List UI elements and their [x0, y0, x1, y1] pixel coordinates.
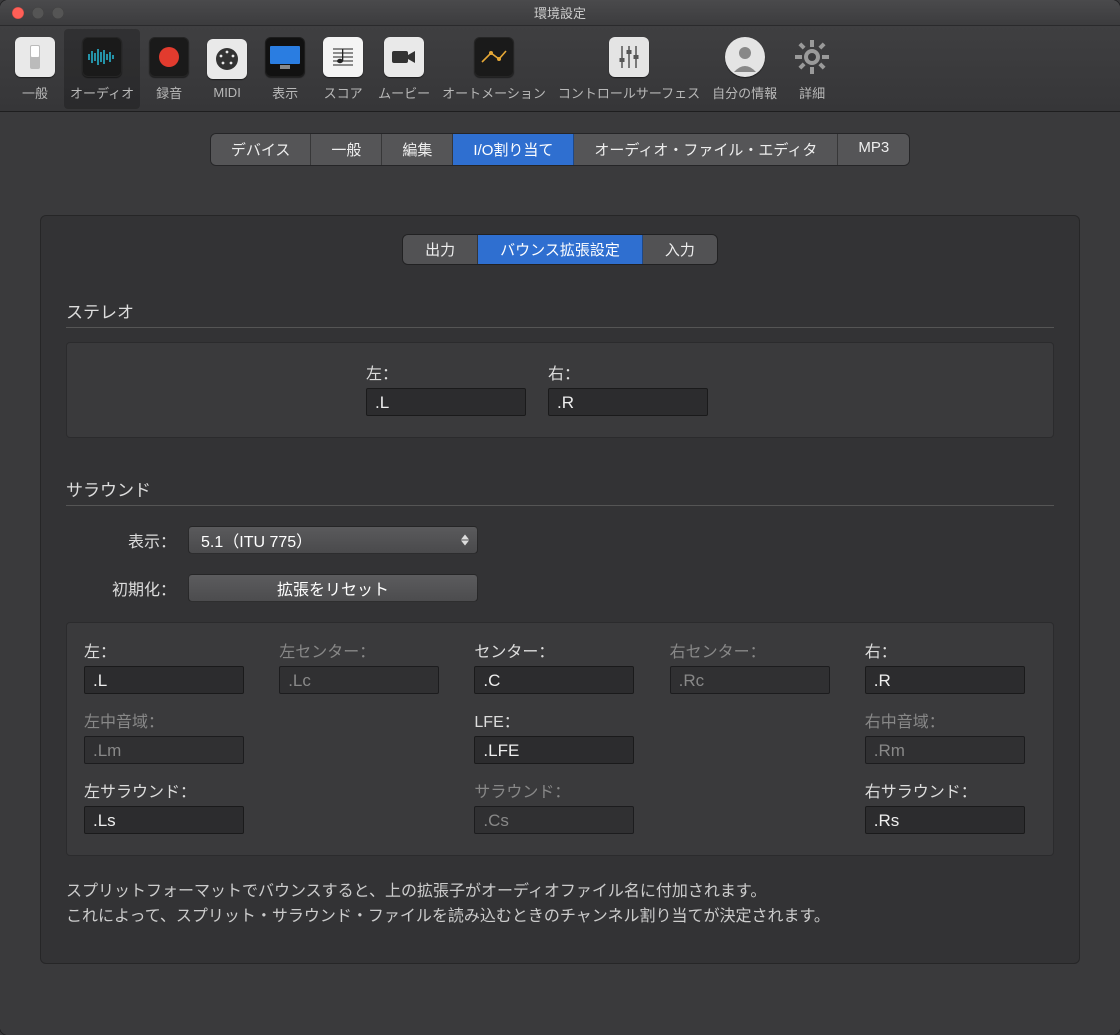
tab-device[interactable]: デバイス — [211, 134, 312, 165]
title-bar: 環境設定 — [0, 0, 1120, 26]
display-label: 表示： — [96, 528, 176, 552]
sr-r-label: 右： — [865, 638, 1036, 662]
subtab-output[interactable]: 出力 — [403, 235, 478, 264]
midi-icon — [207, 39, 247, 79]
surround-grid: 左： .L 左センター： .Lc センター： .C 右センター： .Rc — [66, 622, 1054, 856]
sr-lc-input[interactable]: .Lc — [279, 666, 439, 694]
tab-general[interactable]: 一般 — [311, 134, 382, 165]
toolbar-automation[interactable]: オートメーション — [436, 29, 552, 109]
toolbar-display[interactable]: 表示 — [256, 29, 314, 109]
toolbar-score[interactable]: スコア — [314, 29, 372, 109]
sr-ls-input[interactable]: .Ls — [84, 806, 244, 834]
person-icon — [725, 37, 765, 77]
sr-ls-label: 左サラウンド： — [84, 778, 255, 802]
faders-icon — [609, 37, 649, 77]
stereo-box: 左： .L 右： .R — [66, 342, 1054, 438]
sr-rs-input[interactable]: .Rs — [865, 806, 1025, 834]
tab-audio-file-editor[interactable]: オーディオ・ファイル・エディタ — [574, 134, 838, 165]
sr-lc-label: 左センター： — [279, 638, 450, 662]
subtab-bounce-ext[interactable]: バウンス拡張設定 — [478, 235, 643, 264]
switch-icon — [15, 37, 55, 77]
sr-c-label: センター： — [474, 638, 645, 662]
sr-l-input[interactable]: .L — [84, 666, 244, 694]
sr-lfe-label: LFE： — [474, 708, 645, 732]
toolbar-audio[interactable]: オーディオ — [64, 29, 140, 109]
monitor-icon — [265, 37, 305, 77]
toolbar-movie[interactable]: ムービー — [372, 29, 436, 109]
surround-heading: サラウンド — [66, 472, 1054, 506]
sr-cs-input[interactable]: .Cs — [474, 806, 634, 834]
sr-cs-label: サラウンド： — [474, 778, 645, 802]
toolbar-record[interactable]: 録音 — [140, 29, 198, 109]
chevron-updown-icon — [461, 535, 469, 546]
sr-rc-label: 右センター： — [670, 638, 841, 662]
toolbar-control-surfaces[interactable]: コントロールサーフェス — [552, 29, 706, 109]
stereo-left-label: 左： — [366, 360, 526, 384]
gear-icon — [792, 37, 832, 77]
sr-lm-input[interactable]: .Lm — [84, 736, 244, 764]
reset-label: 初期化： — [96, 576, 176, 600]
score-icon — [323, 37, 363, 77]
waveform-icon — [82, 37, 122, 77]
reset-extensions-button[interactable]: 拡張をリセット — [188, 574, 478, 602]
record-icon — [149, 37, 189, 77]
surround-format-select[interactable]: 5.1（ITU 775） — [188, 526, 478, 554]
tab-edit[interactable]: 編集 — [382, 134, 453, 165]
toolbar-midi[interactable]: MIDI — [198, 29, 256, 109]
tab-io-assign[interactable]: I/O割り当て — [453, 134, 574, 165]
toolbar: 一般 オーディオ 録音 MIDI 表示 — [0, 26, 1120, 112]
window-title: 環境設定 — [0, 3, 1120, 22]
sr-rm-input[interactable]: .Rm — [865, 736, 1025, 764]
stereo-heading: ステレオ — [66, 294, 1054, 328]
sr-l-label: 左： — [84, 638, 255, 662]
stereo-left-input[interactable]: .L — [366, 388, 526, 416]
footnote-line1: スプリットフォーマットでバウンスすると、上の拡張子がオーディオファイル名に付加さ… — [66, 880, 1054, 905]
sr-rm-label: 右中音域： — [865, 708, 1036, 732]
io-panel: 出力 バウンス拡張設定 入力 ステレオ 左： .L 右： .R — [40, 215, 1080, 964]
footnote: スプリットフォーマットでバウンスすると、上の拡張子がオーディオファイル名に付加さ… — [66, 880, 1054, 930]
stereo-right-label: 右： — [548, 360, 708, 384]
toolbar-advanced[interactable]: 詳細 — [783, 29, 841, 109]
prefs-tabbar: デバイス 一般 編集 I/O割り当て オーディオ・ファイル・エディタ MP3 — [211, 134, 909, 165]
camera-icon — [384, 37, 424, 77]
preferences-window: 環境設定 一般 オーディオ 録音 MIDI — [0, 0, 1120, 1035]
io-subtabs: 出力 バウンス拡張設定 入力 — [403, 235, 717, 264]
sr-c-input[interactable]: .C — [474, 666, 634, 694]
sr-rc-input[interactable]: .Rc — [670, 666, 830, 694]
content-area: デバイス 一般 編集 I/O割り当て オーディオ・ファイル・エディタ MP3 出… — [0, 112, 1120, 1035]
footnote-line2: これによって、スプリット・サラウンド・ファイルを読み込むときのチャンネル割り当て… — [66, 905, 1054, 930]
toolbar-my-info[interactable]: 自分の情報 — [706, 29, 783, 109]
stereo-right-input[interactable]: .R — [548, 388, 708, 416]
sr-lfe-input[interactable]: .LFE — [474, 736, 634, 764]
sr-r-input[interactable]: .R — [865, 666, 1025, 694]
tab-mp3[interactable]: MP3 — [838, 134, 909, 165]
sr-rs-label: 右サラウンド： — [865, 778, 1036, 802]
sr-lm-label: 左中音域： — [84, 708, 255, 732]
toolbar-general[interactable]: 一般 — [6, 29, 64, 109]
automation-icon — [474, 37, 514, 77]
subtab-input[interactable]: 入力 — [643, 235, 717, 264]
